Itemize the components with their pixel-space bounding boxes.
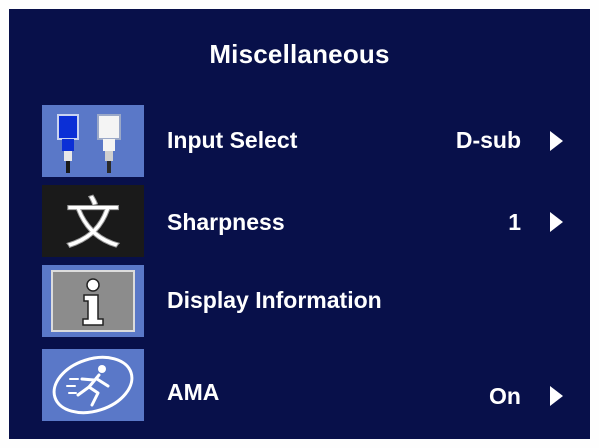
sharpness-label: Sharpness (167, 209, 285, 235)
sharpness-value: 1 (508, 209, 521, 235)
menu-title: Miscellaneous (209, 39, 390, 69)
menu-item-ama[interactable]: AMA On (9, 349, 590, 421)
svg-text:文: 文 (65, 192, 121, 257)
osd-screen: Miscellaneous Input Select D-sub 文 Sharp… (0, 0, 599, 448)
input-select-value: D-sub (455, 127, 521, 153)
information-icon (42, 265, 144, 337)
ama-runner-icon (42, 349, 144, 421)
display-information-label: Display Information (167, 287, 382, 313)
chevron-right-icon (550, 131, 563, 151)
menu-item-sharpness[interactable]: 文 Sharpness 1 (9, 185, 590, 257)
menu-item-input-select[interactable]: Input Select D-sub (9, 105, 590, 177)
ama-value: On (489, 383, 521, 409)
menu-item-display-information[interactable]: Display Information (9, 265, 590, 337)
input-select-label: Input Select (167, 127, 298, 153)
sharpness-text-icon: 文 (42, 185, 144, 257)
chevron-right-icon (550, 386, 563, 406)
osd-menu-panel: Miscellaneous Input Select D-sub 文 Sharp… (9, 9, 590, 439)
chevron-right-icon (550, 212, 563, 232)
ama-label: AMA (167, 379, 220, 405)
input-connector-icon (42, 105, 144, 177)
